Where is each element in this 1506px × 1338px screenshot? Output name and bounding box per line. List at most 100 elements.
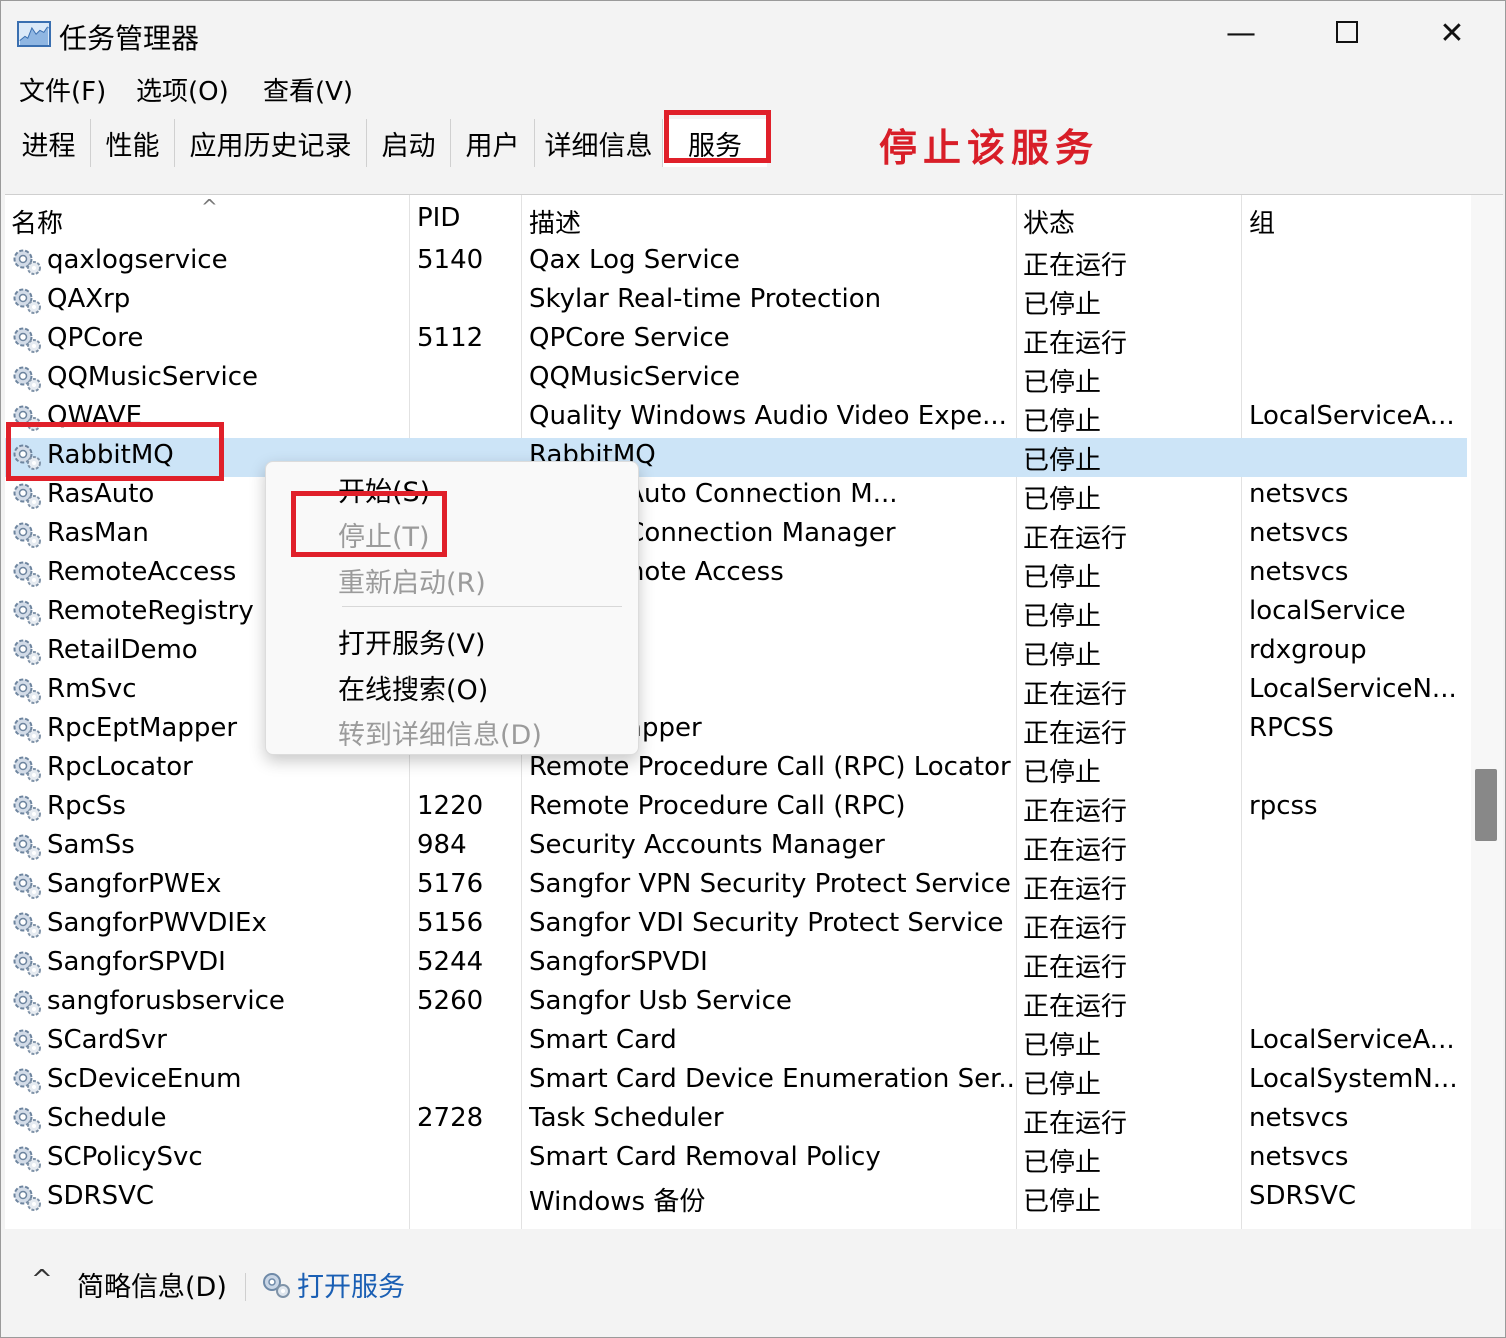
- service-gear-icon: [11, 910, 43, 940]
- service-name: QQMusicService: [47, 362, 258, 392]
- service-pid: 984: [417, 830, 467, 860]
- service-name: SangforPWEx: [47, 869, 222, 899]
- tab-users[interactable]: 用户: [451, 119, 535, 167]
- menu-item-stop[interactable]: 停止(T): [338, 515, 430, 554]
- service-status: 正在运行: [1023, 992, 1128, 1022]
- tab-performance[interactable]: 性能: [91, 119, 175, 167]
- menu-item-go-to-details[interactable]: 转到详细信息(D): [338, 713, 542, 752]
- menu-options[interactable]: 选项(O): [136, 71, 229, 108]
- service-group: RPCSS: [1249, 713, 1334, 743]
- table-row[interactable]: RabbitMQ RabbitMQ 已停止: [5, 438, 1467, 477]
- service-gear-icon: [11, 598, 43, 628]
- open-services-link[interactable]: 打开服务: [297, 1265, 405, 1304]
- table-row[interactable]: RpcLocator Remote Procedure Call (RPC) Lo…: [5, 750, 1467, 789]
- service-group: localService: [1249, 596, 1406, 626]
- column-header-description[interactable]: 描述: [529, 203, 581, 240]
- tab-services[interactable]: 服务: [663, 119, 767, 167]
- service-gear-icon: [11, 559, 43, 589]
- service-name: SCPolicySvc: [47, 1142, 203, 1172]
- service-pid: 5112: [417, 323, 484, 353]
- tab-startup[interactable]: 启动: [367, 119, 451, 167]
- service-status: 正在运行: [1023, 875, 1128, 905]
- service-group: netsvcs: [1249, 479, 1349, 509]
- table-row[interactable]: RpcSs 1220 Remote Procedure Call (RPC) 正在运行…: [5, 789, 1467, 828]
- menu-file[interactable]: 文件(F): [19, 71, 106, 108]
- service-name: QAXrp: [47, 284, 131, 314]
- table-row[interactable]: QAXrp Skylar Real-time Protection 已停止: [5, 282, 1467, 321]
- title-bar[interactable]: 任务管理器 — ✕: [1, 1, 1505, 65]
- service-status: 已停止: [1023, 407, 1102, 437]
- table-row[interactable]: RemoteRegistryRegistry已停止localService: [5, 594, 1467, 633]
- table-row[interactable]: SangforPWEx 5176 Sangfor VPN Security Prot…: [5, 867, 1467, 906]
- table-row[interactable]: SCardSvr Smart Card 已停止 LocalServiceA...: [5, 1023, 1467, 1062]
- table-row[interactable]: RpcEptMapperpoint Mapper正在运行RPCSS: [5, 711, 1467, 750]
- service-status: 正在运行: [1023, 1109, 1128, 1139]
- service-gear-icon: [11, 1066, 43, 1096]
- table-row[interactable]: ScDeviceEnum Smart Card Device Enumeratio…: [5, 1062, 1467, 1101]
- table-row[interactable]: SCPolicySvc Smart Card Removal Policy 已停止 n…: [5, 1140, 1467, 1179]
- service-status: 已停止: [1023, 1148, 1102, 1178]
- table-row[interactable]: SDRSVC Windows 备份 已停止 SDRSVC: [5, 1179, 1467, 1218]
- table-row[interactable]: SangforSPVDI 5244 SangforSPVDI 正在运行: [5, 945, 1467, 984]
- context-menu: 开始(S) 停止(T) 重新启动(R) 打开服务(V) 在线搜索(O) 转到详细…: [265, 461, 639, 755]
- service-status: 已停止: [1023, 758, 1102, 788]
- column-header-name[interactable]: 名称: [11, 203, 63, 240]
- service-gear-icon: [11, 793, 43, 823]
- menu-item-restart[interactable]: 重新启动(R): [338, 561, 486, 600]
- service-status: 正在运行: [1023, 797, 1128, 827]
- tab-details[interactable]: 详细信息: [535, 119, 663, 167]
- tab-processes[interactable]: 进程: [7, 119, 91, 167]
- table-row[interactable]: Schedule 2728 Task Scheduler 正在运行 netsvcs: [5, 1101, 1467, 1140]
- chevron-up-icon[interactable]: ^: [31, 1265, 53, 1295]
- table-row[interactable]: sangforusbservice 5260 Sangfor Usb Service…: [5, 984, 1467, 1023]
- services-table: 名称 ^ PID 描述 状态 组 qaxlogservice 5140 Qax Lo…: [5, 194, 1503, 1229]
- service-gear-icon: [11, 364, 43, 394]
- service-description: Smart Card Device Enumeration Ser...: [529, 1064, 1015, 1094]
- service-gear-icon: [11, 715, 43, 745]
- service-pid: 5176: [417, 869, 484, 899]
- maximize-button[interactable]: [1317, 11, 1377, 57]
- menu-item-open-services[interactable]: 打开服务(V): [338, 622, 486, 661]
- service-pid: 1220: [417, 791, 484, 821]
- table-row[interactable]: RemoteAccess and Remote Access 已停止 netsvcs: [5, 555, 1467, 594]
- service-pid: 5156: [417, 908, 484, 938]
- close-button[interactable]: ✕: [1422, 11, 1482, 57]
- service-gear-icon: [11, 949, 43, 979]
- column-header-status[interactable]: 状态: [1023, 203, 1075, 240]
- table-header: 名称 ^ PID 描述 状态 组: [5, 195, 1467, 241]
- minimize-button[interactable]: —: [1211, 11, 1271, 57]
- vertical-scrollbar[interactable]: [1471, 195, 1503, 1229]
- service-status: 已停止: [1023, 1070, 1102, 1100]
- brief-info-button[interactable]: 简略信息(D): [77, 1265, 227, 1304]
- service-status: 已停止: [1023, 641, 1102, 671]
- service-gear-icon: [11, 325, 43, 355]
- table-row[interactable]: RasAuto Access Auto Connection M... 已停止 net…: [5, 477, 1467, 516]
- menu-bar: 文件(F) 选项(O) 查看(V): [1, 65, 1505, 109]
- table-row[interactable]: RmSvc理服务正在运行LocalServiceN...: [5, 672, 1467, 711]
- service-gear-icon: [11, 1105, 43, 1135]
- scrollbar-thumb[interactable]: [1475, 769, 1497, 841]
- tab-strip: 进程 性能 应用历史记录 启动 用户 详细信息 服务: [7, 119, 1505, 167]
- service-status: 已停止: [1023, 1031, 1102, 1061]
- table-row[interactable]: qaxlogservice 5140 Qax Log Service 正在运行: [5, 243, 1467, 282]
- service-name: SCardSvr: [47, 1025, 167, 1055]
- service-gear-icon: [11, 481, 43, 511]
- table-row[interactable]: RetailDemo服务已停止rdxgroup: [5, 633, 1467, 672]
- table-row[interactable]: QPCore 5112 QPCore Service 正在运行: [5, 321, 1467, 360]
- service-status: 正在运行: [1023, 251, 1128, 281]
- service-group: LocalSystemN...: [1249, 1064, 1458, 1094]
- services-gear-icon[interactable]: [261, 1271, 291, 1299]
- table-row[interactable]: SamSs 984 Security Accounts Manager 正在运行: [5, 828, 1467, 867]
- service-gear-icon: [11, 403, 43, 433]
- table-row[interactable]: QWAVE Quality Windows Audio Video Expe...…: [5, 399, 1467, 438]
- table-row[interactable]: RasMan Access Connection Manager 正在运行 netsv…: [5, 516, 1467, 555]
- menu-item-search-online[interactable]: 在线搜索(O): [338, 668, 488, 707]
- menu-item-start[interactable]: 开始(S): [338, 470, 430, 509]
- column-header-group[interactable]: 组: [1249, 203, 1275, 240]
- column-header-pid[interactable]: PID: [417, 203, 460, 233]
- table-row[interactable]: SangforPWVDIEx 5156 Sangfor VDI Security P…: [5, 906, 1467, 945]
- tab-app-history[interactable]: 应用历史记录: [175, 119, 367, 167]
- service-group: SDRSVC: [1249, 1181, 1357, 1211]
- menu-view[interactable]: 查看(V): [263, 71, 353, 108]
- table-row[interactable]: QQMusicService QQMusicService 已停止: [5, 360, 1467, 399]
